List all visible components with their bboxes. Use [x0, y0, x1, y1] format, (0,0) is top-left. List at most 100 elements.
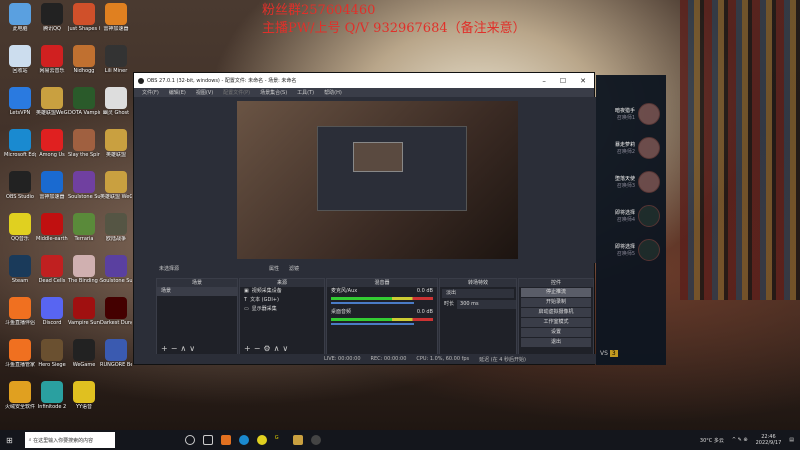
- task-view-icon[interactable]: [202, 435, 213, 445]
- desktop-audio-label: 桌面音频: [331, 309, 352, 315]
- desktop-icon[interactable]: OBS Studio: [4, 171, 36, 200]
- desktop-icon[interactable]: 斗鱼直播管家: [4, 339, 36, 368]
- tray-icons[interactable]: ^ ✎ ⊕: [732, 437, 748, 443]
- desktop-icon-label: QQ音乐: [11, 236, 29, 242]
- taskbar-app-icon[interactable]: [220, 435, 231, 445]
- player-slot[interactable]: 即将选择 召唤师5: [596, 233, 666, 267]
- desktop-icon[interactable]: WeGame: [68, 339, 100, 368]
- close-button[interactable]: ✕: [580, 77, 586, 85]
- scene-tools[interactable]: +−∧∨: [161, 344, 198, 353]
- desktop-icon[interactable]: Terraria: [68, 213, 100, 242]
- notification-icon[interactable]: ▤: [789, 437, 794, 443]
- studio-mode-button[interactable]: 工作室模式: [521, 318, 591, 327]
- desktop-icon[interactable]: Vampire Survivors: [68, 297, 100, 326]
- desktop-icon[interactable]: 斗鱼直播伴侣: [4, 297, 36, 326]
- desktop-icon-label: RUNGORE Beginner...: [100, 362, 132, 368]
- lol-icon[interactable]: [292, 435, 303, 445]
- desktop-icon[interactable]: 雷神加速器: [36, 171, 68, 200]
- player-slot[interactable]: 即将选择 召唤师4: [596, 199, 666, 233]
- desktop-icon[interactable]: Middle-earth Shadow: [36, 213, 68, 242]
- transition-select[interactable]: 淡出: [442, 289, 514, 298]
- player-slot[interactable]: 堕落天使 召唤师3: [596, 165, 666, 199]
- edge-icon[interactable]: [238, 435, 249, 445]
- desktop-icon[interactable]: QQ音乐: [4, 213, 36, 242]
- desktop-icon[interactable]: Hero Siege: [36, 339, 68, 368]
- source-tools[interactable]: +−⚙∧∨: [244, 344, 291, 353]
- clock[interactable]: 22:46 2022/9/17: [756, 434, 782, 446]
- player-slot[interactable]: 暴走萝莉 召唤师2: [596, 131, 666, 165]
- weather[interactable]: 30°C 多云: [700, 437, 724, 444]
- menu-scene-collection[interactable]: 场景集合(S): [260, 89, 287, 96]
- desktop-icon[interactable]: 此电脑: [4, 3, 36, 32]
- desktop-icon[interactable]: Discord: [36, 297, 68, 326]
- qq-music-icon[interactable]: [256, 435, 267, 445]
- desktop-icon[interactable]: Steam: [4, 255, 36, 284]
- desktop-icon[interactable]: Infinitode 2: [36, 381, 68, 410]
- menu-file[interactable]: 文件(F): [142, 89, 159, 96]
- maximize-button[interactable]: ☐: [560, 77, 566, 85]
- menu-help[interactable]: 帮助(H): [324, 89, 342, 96]
- source-label: 视频采集设备: [251, 288, 282, 294]
- app-icon: [73, 171, 95, 193]
- desktop-icon[interactable]: 回收站: [4, 45, 36, 74]
- preview-area[interactable]: [134, 97, 596, 263]
- scenes-dock: 场景 场景 +−∧∨: [156, 278, 238, 356]
- app-icon: [73, 213, 95, 235]
- desktop-icon-label: 雷神加速器: [103, 26, 129, 32]
- desktop-icon[interactable]: 英雄联盟WeGame版: [36, 87, 68, 116]
- menu-view[interactable]: 视图(V): [196, 89, 213, 96]
- cortana-icon[interactable]: [184, 435, 195, 445]
- taskbar-search[interactable]: ⌕ 在这里输入你要搜索的内容: [24, 432, 115, 448]
- desktop-icon[interactable]: The Binding of Isaac R...: [68, 255, 100, 284]
- duration-input[interactable]: 300 ms: [457, 300, 516, 309]
- scene-item[interactable]: 场景: [157, 287, 237, 296]
- mic-volume-slider[interactable]: [331, 302, 414, 304]
- desktop-icon[interactable]: LetsVPN: [4, 87, 36, 116]
- settings-button[interactable]: 设置: [521, 328, 591, 337]
- player-slot[interactable]: 暗夜猎手 召唤师1: [596, 97, 666, 131]
- source-item[interactable]: T 文本 (GDI+): [240, 296, 324, 305]
- properties-button[interactable]: 属性: [269, 265, 279, 272]
- menu-profile[interactable]: 配置文件(P): [223, 89, 250, 96]
- desktop-icon[interactable]: Soulstone Survivors: [100, 255, 132, 284]
- source-item[interactable]: ▣ 视频采集设备: [240, 287, 324, 296]
- g-app-icon[interactable]: G: [275, 435, 285, 445]
- desktop-icon[interactable]: Just Shapes & Beats: [68, 3, 100, 32]
- desktop-icon[interactable]: 网易云音乐: [36, 45, 68, 74]
- desktop-icon[interactable]: Among Us: [36, 129, 68, 158]
- filters-button[interactable]: 滤镜: [289, 265, 299, 272]
- source-item[interactable]: ▭ 显示器采集: [240, 305, 324, 314]
- desktop-icon[interactable]: 英雄联盟 WeGame: [100, 171, 132, 200]
- desktop-icon[interactable]: Nidhogg: [68, 45, 100, 74]
- obs-taskbar-icon[interactable]: [310, 435, 321, 445]
- desktop-icon[interactable]: Lili Miner: [100, 45, 132, 74]
- start-button[interactable]: ⊞: [6, 436, 13, 445]
- desktop-icon[interactable]: RUNGORE Beginner...: [100, 339, 132, 368]
- desktop-icon[interactable]: Microsoft Edge: [4, 129, 36, 158]
- minimize-button[interactable]: –: [542, 77, 546, 85]
- desktop-icon[interactable]: Soulstone Survivors: [68, 171, 100, 200]
- desktop-icon-label: WeGame: [72, 362, 96, 368]
- preview-canvas[interactable]: [237, 101, 518, 259]
- desktop-icon[interactable]: DOTA Vampire: [68, 87, 100, 116]
- exit-button[interactable]: 退出: [521, 338, 591, 347]
- desktop-icon[interactable]: 欧陆战争: [100, 213, 132, 242]
- desktop-icon[interactable]: 英雄联盟: [100, 129, 132, 158]
- desktop-icon[interactable]: 雷神加速器: [100, 3, 132, 32]
- desktop-icon[interactable]: Slay the Spire: [68, 129, 100, 158]
- desktop-icon[interactable]: 腾讯QQ: [36, 3, 68, 32]
- virtual-camera-button[interactable]: 启动虚拟摄像机: [521, 308, 591, 317]
- menu-tools[interactable]: 工具(T): [297, 89, 314, 96]
- desktop-icon[interactable]: Darkest Dungeon®: [100, 297, 132, 326]
- desktop-audio-volume-slider[interactable]: [331, 323, 414, 325]
- menu-edit[interactable]: 编辑(E): [169, 89, 186, 96]
- desktop-icon[interactable]: Dead Cells: [36, 255, 68, 284]
- title-bar[interactable]: OBS 27.0.1 (32-bit, windows) - 配置文件: 未命名…: [134, 73, 594, 88]
- desktop-icon[interactable]: YY语音: [68, 381, 100, 410]
- desktop-icon-label: Hero Siege: [38, 362, 66, 368]
- start-recording-button[interactable]: 开始录制: [521, 298, 591, 307]
- stop-streaming-button[interactable]: 停止推流: [521, 288, 591, 297]
- desktop-icon[interactable]: 火绒安全软件: [4, 381, 36, 410]
- desktop-icon-label: Soulstone Survivors: [100, 278, 132, 284]
- desktop-icon[interactable]: 幽灵 Ghost: [100, 87, 132, 116]
